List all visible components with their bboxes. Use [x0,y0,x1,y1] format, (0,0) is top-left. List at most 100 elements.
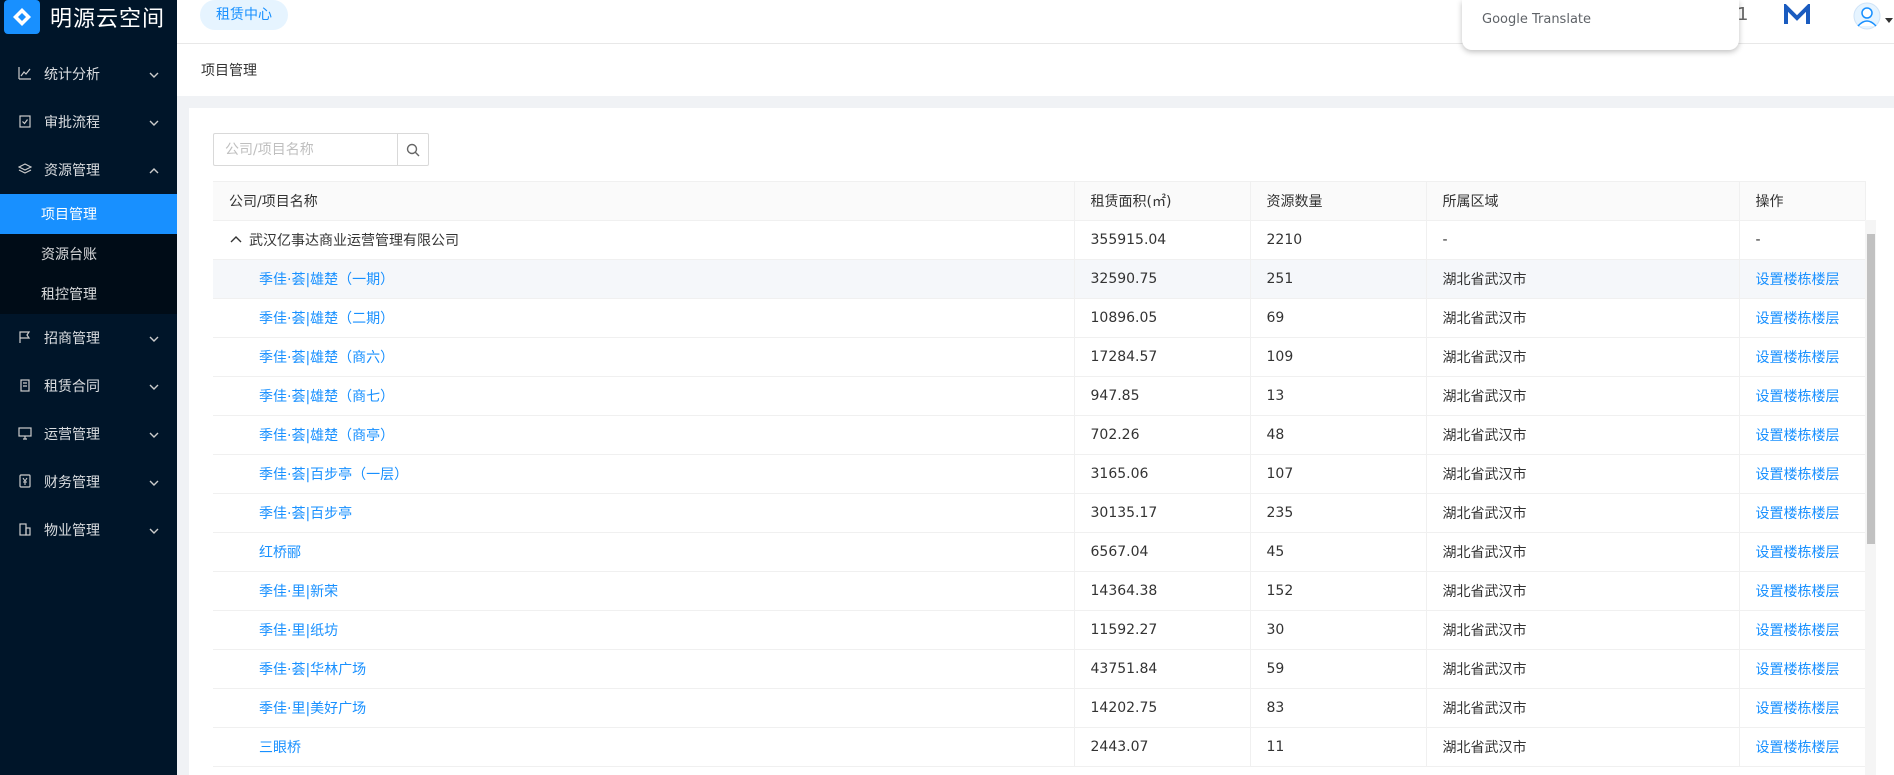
google-translate-popup[interactable]: Google Translate [1462,0,1739,50]
count-cell: 107 [1250,454,1427,494]
set-floors-link[interactable]: 设置楼栋楼层 [1756,506,1840,522]
page-title: 项目管理 [201,63,257,79]
table-row: 季佳·里|美好广场 14202.75 83 湖北省武汉市 设置楼栋楼层 [213,688,1866,728]
area-cell: 32590.75 [1074,259,1251,299]
sidebar-item-7[interactable]: 物业管理 [0,506,177,554]
sidebar-item-label: 财务管理 [44,475,100,491]
table-row: 季佳·里|纸坊 11592.27 30 湖北省武汉市 设置楼栋楼层 [213,610,1866,650]
scroll-thumb[interactable] [1867,234,1875,544]
sidebar-item-5[interactable]: 运营管理 [0,410,177,458]
count-cell: 30 [1250,610,1427,650]
submenu-item-2[interactable]: 租控管理 [0,274,177,314]
sidebar-item-1[interactable]: 审批流程 [0,98,177,146]
count-cell: 48 [1250,415,1427,455]
chevron-down-icon [149,116,159,126]
project-name-link[interactable]: 季佳·荟|雄楚（一期） [259,272,394,288]
region-cell: 湖北省武汉市 [1426,532,1740,572]
project-name-link[interactable]: 季佳·里|美好广场 [259,701,366,717]
table-row: 三眼桥 2443.07 11 湖北省武汉市 设置楼栋楼层 [213,727,1866,767]
set-floors-link[interactable]: 设置楼栋楼层 [1756,701,1840,717]
set-floors-link[interactable]: 设置楼栋楼层 [1756,662,1840,678]
project-name-link[interactable]: 红桥郦 [259,545,301,561]
company-name: 武汉亿事达商业运营管理有限公司 [249,233,459,249]
sidebar-item-6[interactable]: 财务管理 [0,458,177,506]
count-cell: 13 [1250,376,1427,416]
set-floors-link[interactable]: 设置楼栋楼层 [1756,350,1840,366]
building-icon [18,522,34,538]
project-table: 公司/项目名称 租赁面积(㎡) 资源数量 所属区域 操作 武汉亿事达商业运营管理… [213,181,1876,775]
company-count: 2210 [1250,220,1427,260]
project-name-link[interactable]: 季佳·里|纸坊 [259,623,338,639]
count-cell: 109 [1250,337,1427,377]
sidebar-item-0[interactable]: 统计分析 [0,50,177,98]
set-floors-link[interactable]: 设置楼栋楼层 [1756,545,1840,561]
avatar-dropdown-icon[interactable] [1885,12,1893,28]
sidebar-item-2[interactable]: 资源管理 [0,146,177,194]
submenu-item-1[interactable]: 资源台账 [0,234,177,274]
collapse-icon[interactable] [229,233,243,247]
set-floors-link[interactable]: 设置楼栋楼层 [1756,311,1840,327]
count-cell: 69 [1250,298,1427,338]
sidebar-item-label: 招商管理 [44,331,100,347]
region-cell: 湖北省武汉市 [1426,727,1740,767]
area-cell: 702.26 [1074,415,1251,455]
region-cell: 湖北省武汉市 [1426,298,1740,338]
sidebar-item-label: 资源管理 [44,163,100,179]
project-name-link[interactable]: 季佳·荟|百步亭 [259,506,352,522]
user-avatar[interactable] [1853,2,1881,34]
table-row: 季佳·荟|百步亭 30135.17 235 湖北省武汉市 设置楼栋楼层 [213,493,1866,533]
chevron-down-icon [149,428,159,438]
company-action: - [1739,220,1866,260]
sidebar-item-label: 统计分析 [44,67,100,83]
sidebar-item-label: 运营管理 [44,427,100,443]
set-floors-link[interactable]: 设置楼栋楼层 [1756,740,1840,756]
set-floors-link[interactable]: 设置楼栋楼层 [1756,623,1840,639]
col-header-count: 资源数量 [1250,181,1427,221]
area-cell: 14364.38 [1074,571,1251,611]
project-name-link[interactable]: 季佳·荟|雄楚（商亭） [259,428,394,444]
submenu-item-0[interactable]: 项目管理 [0,194,177,234]
set-floors-link[interactable]: 设置楼栋楼层 [1756,428,1840,444]
project-name-link[interactable]: 季佳·荟|雄楚（商六） [259,350,394,366]
area-cell: 6567.04 [1074,532,1251,572]
search-input[interactable] [213,133,397,166]
project-name-link[interactable]: 季佳·荟|雄楚（二期） [259,311,394,327]
project-name-link[interactable]: 三眼桥 [259,740,301,756]
monitor-icon [18,426,34,442]
breadcrumb: 项目管理 [177,44,1894,96]
table-row: 季佳·荟|雄楚（商六） 17284.57 109 湖北省武汉市 设置楼栋楼层 [213,337,1866,377]
company-area: 355915.04 [1074,220,1251,260]
search-icon [406,143,420,156]
chevron-down-icon [149,332,159,342]
submenu-2: 项目管理 资源台账 租控管理 [0,194,177,314]
logo-text: 明源云空间 [50,7,166,32]
table-scrollbar[interactable] [1865,220,1876,775]
region-cell: 湖北省武汉市 [1426,493,1740,533]
table-row: 季佳·荟|百步亭（一层） 3165.06 107 湖北省武汉市 设置楼栋楼层 [213,454,1866,494]
col-header-region: 所属区域 [1426,181,1740,221]
clipboard-check-icon [18,114,34,130]
project-name-link[interactable]: 季佳·荟|雄楚（商七） [259,389,394,405]
set-floors-link[interactable]: 设置楼栋楼层 [1756,584,1840,600]
content-card: 公司/项目名称 租赁面积(㎡) 资源数量 所属区域 操作 武汉亿事达商业运营管理… [189,108,1894,775]
set-floors-link[interactable]: 设置楼栋楼层 [1756,272,1840,288]
flag-icon [18,330,34,346]
project-name-link[interactable]: 季佳·里|新荣 [259,584,338,600]
count-cell: 59 [1250,649,1427,689]
sidebar-item-3[interactable]: 招商管理 [0,314,177,362]
area-cell: 2443.07 [1074,727,1251,767]
project-name-link[interactable]: 季佳·荟|华林广场 [259,662,366,678]
logo[interactable]: 明源云空间 [0,0,177,34]
search-button[interactable] [397,133,429,166]
sidebar-item-4[interactable]: 租赁合同 [0,362,177,410]
set-floors-link[interactable]: 设置楼栋楼层 [1756,467,1840,483]
chevron-down-icon [149,68,159,78]
area-cell: 947.85 [1074,376,1251,416]
area-cell: 43751.84 [1074,649,1251,689]
contract-icon [18,378,34,394]
set-floors-link[interactable]: 设置楼栋楼层 [1756,389,1840,405]
brand-m-icon[interactable] [1784,2,1810,30]
tab-rental-center[interactable]: 租赁中心 [200,0,288,30]
region-cell: 湖北省武汉市 [1426,337,1740,377]
project-name-link[interactable]: 季佳·荟|百步亭（一层） [259,467,408,483]
